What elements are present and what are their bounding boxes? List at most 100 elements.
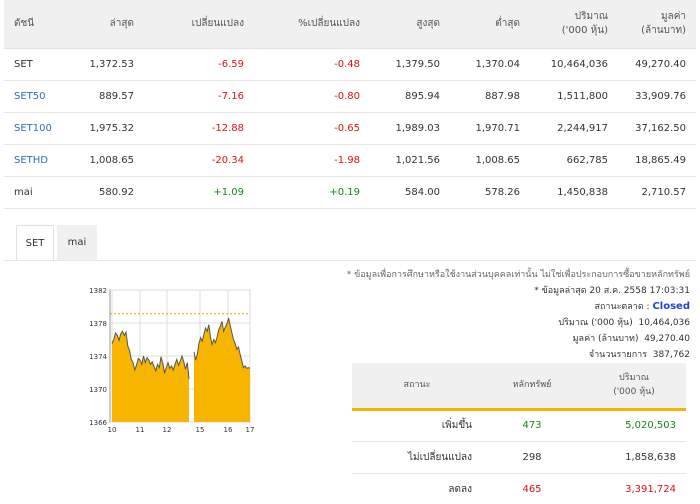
trades-value: 387,762 xyxy=(652,350,690,360)
pct-change-value: -0.48 xyxy=(254,48,370,81)
value-value: 49,270.40 xyxy=(644,334,690,344)
col-low: ต่ำสุด xyxy=(450,0,530,49)
low-value: 1,970.71 xyxy=(450,112,530,145)
table-row: ไม่เปลี่ยนแปลง 298 1,858,638 xyxy=(352,441,686,474)
high-value: 584.00 xyxy=(370,176,450,209)
index-link-set100[interactable]: SET100 xyxy=(4,112,76,145)
table-row: SETHD 1,008.65 -20.34 -1.98 1,021.56 1,0… xyxy=(4,144,696,177)
col-status: สถานะ xyxy=(352,363,482,411)
last-updated: * ข้อมูลล่าสุด 20 ส.ค. 2558 17:03:31 xyxy=(534,286,690,296)
low-value: 1,370.04 xyxy=(450,48,530,81)
turnover-value: 33,909.76 xyxy=(618,80,696,113)
y-tick-label: 1366 xyxy=(89,419,107,427)
pct-change-value: -1.98 xyxy=(254,144,370,177)
volume-value: 10,464,036 xyxy=(530,48,618,81)
high-value: 1,379.50 xyxy=(370,48,450,81)
high-value: 1,021.56 xyxy=(370,144,450,177)
col-volume: ปริมาณ ('000 หุ้น) xyxy=(530,0,618,49)
x-tick-label: 15 xyxy=(196,426,205,434)
table-row: mai 580.92 +1.09 +0.19 584.00 578.26 1,4… xyxy=(4,176,696,209)
volume-value: 662,785 xyxy=(530,144,618,177)
advance-decline-table: สถานะ หลักทรัพย์ ปริมาณ ('000 หุ้น) เพิ่ม… xyxy=(352,363,686,504)
change-value: -20.34 xyxy=(144,144,254,177)
col-value: มูลค่า (ล้านบาท) xyxy=(618,0,696,49)
y-tick-label: 1374 xyxy=(89,353,107,361)
tab-divider xyxy=(4,260,696,261)
market-status-value: Closed xyxy=(652,301,690,312)
col-index: ดัชนี xyxy=(4,0,76,49)
volume-value: 2,244,917 xyxy=(530,112,618,145)
turnover-value: 18,865.49 xyxy=(618,144,696,177)
status-volume: 3,391,724 xyxy=(582,473,686,504)
market-status-label: สถานะตลาด : xyxy=(594,302,650,312)
x-tick-label: 16 xyxy=(224,426,233,434)
pct-change-value: +0.19 xyxy=(254,176,370,209)
last-value: 1,975.32 xyxy=(76,112,144,145)
volume-value: 1,511,800 xyxy=(530,80,618,113)
index-name: SET xyxy=(4,48,76,81)
turnover-value: 2,710.57 xyxy=(618,176,696,209)
volume-value: 1,450,838 xyxy=(530,176,618,209)
trades-line: จำนวนรายการ 387,762 xyxy=(347,347,690,363)
low-value: 887.98 xyxy=(450,80,530,113)
change-value: -12.88 xyxy=(144,112,254,145)
market-info: * ข้อมูลเพื่อการศึกษาหรือใช้งานส่วนบุคคล… xyxy=(347,267,690,363)
last-value: 889.57 xyxy=(76,80,144,113)
tab-mai[interactable]: mai xyxy=(57,225,97,261)
status-count: 298 xyxy=(482,441,582,474)
col-pct-change: %เปลี่ยนแปลง xyxy=(254,0,370,49)
x-tick-label: 10 xyxy=(108,426,117,434)
status-count: 465 xyxy=(482,473,582,504)
status-volume: 1,858,638 xyxy=(582,441,686,474)
market-tabs: SET mai xyxy=(16,225,97,261)
volume-label: ปริมาณ ('000 หุ้น) xyxy=(558,318,633,328)
col-high: สูงสุด xyxy=(370,0,450,49)
table-row: ลดลง 465 3,391,724 xyxy=(352,473,686,504)
low-value: 1,008.65 xyxy=(450,144,530,177)
turnover-value: 49,270.40 xyxy=(618,48,696,81)
x-tick-label: 17 xyxy=(246,426,255,434)
low-value: 578.26 xyxy=(450,176,530,209)
table-row: SET50 889.57 -7.16 -0.80 895.94 887.98 1… xyxy=(4,80,696,113)
pct-change-value: -0.80 xyxy=(254,80,370,113)
pct-change-value: -0.65 xyxy=(254,112,370,145)
last-value: 580.92 xyxy=(76,176,144,209)
change-value: -6.59 xyxy=(144,48,254,81)
high-value: 895.94 xyxy=(370,80,450,113)
intraday-chart: 1382 1378 1374 1370 136610 11 12 15 16 17 xyxy=(89,287,255,434)
y-tick-label: 1378 xyxy=(89,320,107,328)
col-change: เปลี่ยนแปลง xyxy=(144,0,254,49)
high-value: 1,989.03 xyxy=(370,112,450,145)
value-label: มูลค่า (ล้านบาท) xyxy=(572,334,639,344)
change-value: -7.16 xyxy=(144,80,254,113)
turnover-value: 37,162.50 xyxy=(618,112,696,145)
status-label: ไม่เปลี่ยนแปลง xyxy=(352,441,482,474)
col-securities: หลักทรัพย์ xyxy=(482,363,582,411)
x-tick-label: 11 xyxy=(136,426,145,434)
index-table-header: ดัชนี ล่าสุด เปลี่ยนแปลง %เปลี่ยนแปลง สู… xyxy=(4,0,696,49)
col-last: ล่าสุด xyxy=(76,0,144,49)
col-stat-volume: ปริมาณ ('000 หุ้น) xyxy=(582,363,686,411)
tab-set[interactable]: SET xyxy=(16,225,54,261)
advance-decline-header: สถานะ หลักทรัพย์ ปริมาณ ('000 หุ้น) xyxy=(352,363,686,411)
status-label: ลดลง xyxy=(352,473,482,504)
value-line: มูลค่า (ล้านบาท) 49,270.40 xyxy=(347,331,690,347)
index-table: ดัชนี ล่าสุด เปลี่ยนแปลง %เปลี่ยนแปลง สู… xyxy=(4,0,696,209)
market-status-line: สถานะตลาด : Closed xyxy=(347,299,690,315)
volume-value: 10,464,036 xyxy=(638,318,690,328)
table-row: SET100 1,975.32 -12.88 -0.65 1,989.03 1,… xyxy=(4,112,696,145)
last-value: 1,372.53 xyxy=(76,48,144,81)
disclaimer-note: * ข้อมูลเพื่อการศึกษาหรือใช้งานส่วนบุคคล… xyxy=(346,270,690,280)
trades-label: จำนวนรายการ xyxy=(588,350,648,360)
status-count: 473 xyxy=(482,409,582,442)
status-volume: 5,020,503 xyxy=(582,409,686,442)
last-value: 1,008.65 xyxy=(76,144,144,177)
index-link-sethd[interactable]: SETHD xyxy=(4,144,76,177)
table-row: เพิ่มขึ้น 473 5,020,503 xyxy=(352,409,686,442)
volume-line: ปริมาณ ('000 หุ้น) 10,464,036 xyxy=(347,315,690,331)
index-link-set50[interactable]: SET50 xyxy=(4,80,76,113)
table-row: SET 1,372.53 -6.59 -0.48 1,379.50 1,370.… xyxy=(4,48,696,81)
change-value: +1.09 xyxy=(144,176,254,209)
y-tick-label: 1382 xyxy=(89,287,107,295)
y-tick-label: 1370 xyxy=(89,386,107,394)
